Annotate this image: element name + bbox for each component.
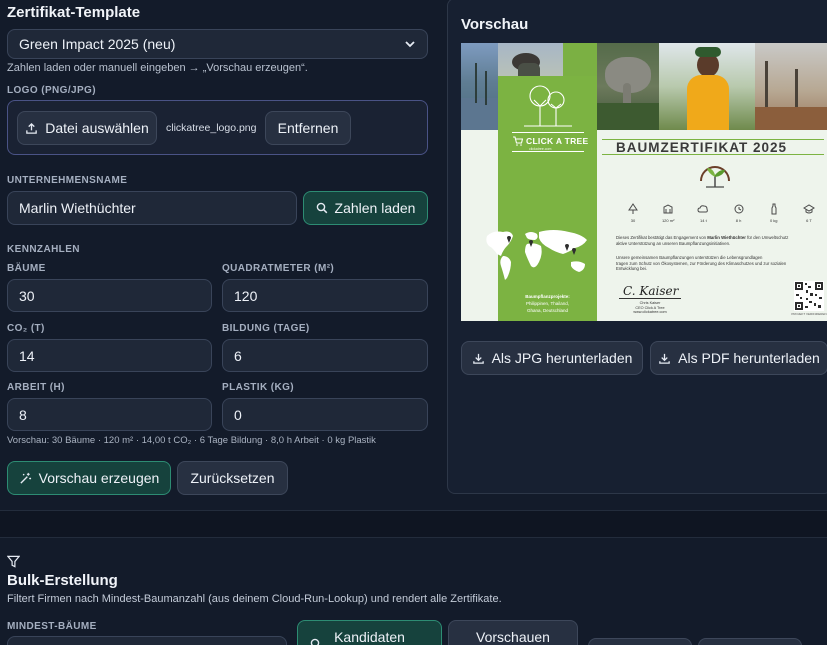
upload-icon (25, 122, 38, 135)
projects-title: Baumpflanzprojekte: (525, 294, 570, 299)
section-divider (0, 510, 827, 538)
download-icon (658, 352, 671, 365)
search-icon (310, 638, 322, 645)
magic-wand-icon (19, 472, 32, 485)
co2-input-value: 14 (19, 347, 35, 364)
bulk-action-button-2[interactable] (698, 638, 802, 645)
previews-label: Vorschauen (476, 629, 550, 645)
download-jpg-button[interactable]: Als JPG herunterladen (461, 341, 643, 375)
reset-button[interactable]: Zurücksetzen (177, 461, 288, 495)
candidates-label: Kandidaten (334, 629, 405, 645)
photo-landscape (755, 43, 827, 130)
min-trees-label: MINDEST-BÄUME (7, 621, 97, 632)
generate-preview-label: Vorschau erzeugen (38, 470, 160, 486)
download-pdf-button[interactable]: Als PDF herunterladen (650, 341, 827, 375)
cert-stat-work: 8 h (727, 203, 751, 229)
load-numbers-label: Zahlen laden (334, 200, 416, 216)
sqm-input[interactable]: 120 (222, 279, 428, 312)
company-label: UNTERNEHMENSNAME (7, 175, 128, 186)
download-pdf-label: Als PDF herunterladen (678, 350, 820, 366)
photo-water (461, 43, 498, 130)
work-input-value: 8 (19, 406, 27, 423)
trees-label: BÄUME (7, 263, 46, 274)
plastic-input-value: 0 (234, 406, 242, 423)
company-input-value: Marlin Wiethüchter (19, 200, 136, 216)
cert-stat-plastic: 0 kg (762, 203, 786, 229)
cert-heading: BAUMZERTIFIKAT 2025 (616, 140, 788, 155)
work-input[interactable]: 8 (7, 398, 212, 431)
brand-logo: CLICK A TREE (512, 136, 588, 146)
cloud-co2-icon (697, 205, 709, 213)
tree-icon (628, 203, 638, 214)
photo-elephant (597, 43, 659, 130)
download-icon (472, 352, 485, 365)
projects-line1: Philippinen, Thailand, (526, 301, 569, 306)
choose-file-button[interactable]: Datei auswählen (17, 111, 157, 145)
company-input[interactable]: Marlin Wiethüchter (7, 191, 297, 225)
work-label: ARBEIT (H) (7, 382, 65, 393)
world-map-icon (486, 230, 587, 280)
bulk-description: Filtert Firmen nach Mindest-Baumanzahl (… (7, 593, 502, 605)
signer-block: Chris Kaiser CEO Click A Tree www.clicka… (633, 301, 667, 314)
template-select[interactable]: Green Impact 2025 (neu) (7, 29, 428, 59)
preview-title: Vorschau (461, 16, 529, 33)
plastic-label: PLASTIK (KG) (222, 382, 295, 393)
projects-line2: Ghana, Deutschland (526, 308, 569, 313)
remove-logo-button[interactable]: Entfernen (265, 111, 351, 145)
logo-upload-box: Datei auswählen clickatree_logo.png Entf… (7, 100, 428, 155)
metrics-label: KENNZAHLEN (7, 244, 80, 255)
trees-input-value: 30 (19, 287, 35, 304)
template-title: Zertifikat-Template (7, 4, 141, 21)
bulk-title: Bulk-Erstellung (7, 572, 118, 589)
logo-label: LOGO (PNG/JPG) (7, 85, 96, 96)
trees-illustration-icon (524, 85, 572, 127)
co2-label: CO₂ (T) (7, 323, 45, 334)
signature-line (619, 298, 681, 299)
co2-input[interactable]: 14 (7, 339, 212, 372)
cert-stat-co2: 14 t (691, 203, 715, 229)
education-icon (802, 204, 815, 214)
search-icon (316, 202, 328, 214)
education-input-value: 6 (234, 347, 242, 364)
cert-text-2: Unsere gemeinsamen Baumpflanzungen unter… (616, 255, 787, 272)
load-numbers-button[interactable]: Zahlen laden (303, 191, 428, 225)
chevron-down-icon (404, 38, 416, 50)
cert-stats: 30 120 m² 14 t 8 h 0 kg 6 T (621, 203, 821, 229)
certificate-sidebar: CLICK A TREE clickatree.com Baumpflanzpr… (498, 76, 597, 321)
template-select-value: Green Impact 2025 (neu) (19, 36, 176, 52)
plastic-input[interactable]: 0 (222, 398, 428, 431)
min-trees-input[interactable] (7, 636, 287, 645)
bulk-action-button-1[interactable] (588, 638, 692, 645)
template-hint: Zahlen laden oder manuell eingeben → „Vo… (7, 62, 308, 74)
previews-button[interactable]: Vorschauen (448, 620, 578, 645)
area-icon (663, 204, 673, 214)
photo-woman (659, 43, 755, 130)
trees-input[interactable]: 30 (7, 279, 212, 312)
education-input[interactable]: 6 (222, 339, 428, 372)
choose-file-label: Datei auswählen (45, 120, 149, 136)
qr-code-icon (794, 281, 824, 311)
cert-stat-education: 6 T (797, 203, 821, 229)
work-icon (734, 204, 744, 214)
download-jpg-label: Als JPG herunterladen (491, 350, 633, 366)
summary-text: Vorschau: 30 Bäume · 120 m² · 14,00 t CO… (7, 435, 376, 446)
sqm-input-value: 120 (234, 287, 258, 304)
signature: C. Kaiser (623, 284, 679, 298)
cert-stat-area: 120 m² (656, 203, 680, 229)
brand-cart-icon (513, 136, 523, 146)
education-label: BILDUNG (TAGE) (222, 323, 310, 334)
bottle-icon (771, 203, 777, 215)
filter-icon (7, 555, 20, 568)
brand-name: CLICK A TREE (526, 136, 589, 146)
cert-text-1: Dieses Zertifikat bestätigt das Engageme… (616, 235, 789, 246)
certificate-preview: CLICK A TREE clickatree.com Baumpflanzpr… (461, 43, 827, 321)
qr-label: PROJEKT VERIFIZIEREN (791, 312, 827, 316)
cert-stat-trees: 30 (621, 203, 645, 229)
generate-preview-button[interactable]: Vorschau erzeugen (7, 461, 171, 495)
sqm-label: QUADRATMETER (M²) (222, 263, 335, 274)
sprout-icon (700, 166, 730, 188)
logo-file-name: clickatree_logo.png (166, 122, 257, 134)
